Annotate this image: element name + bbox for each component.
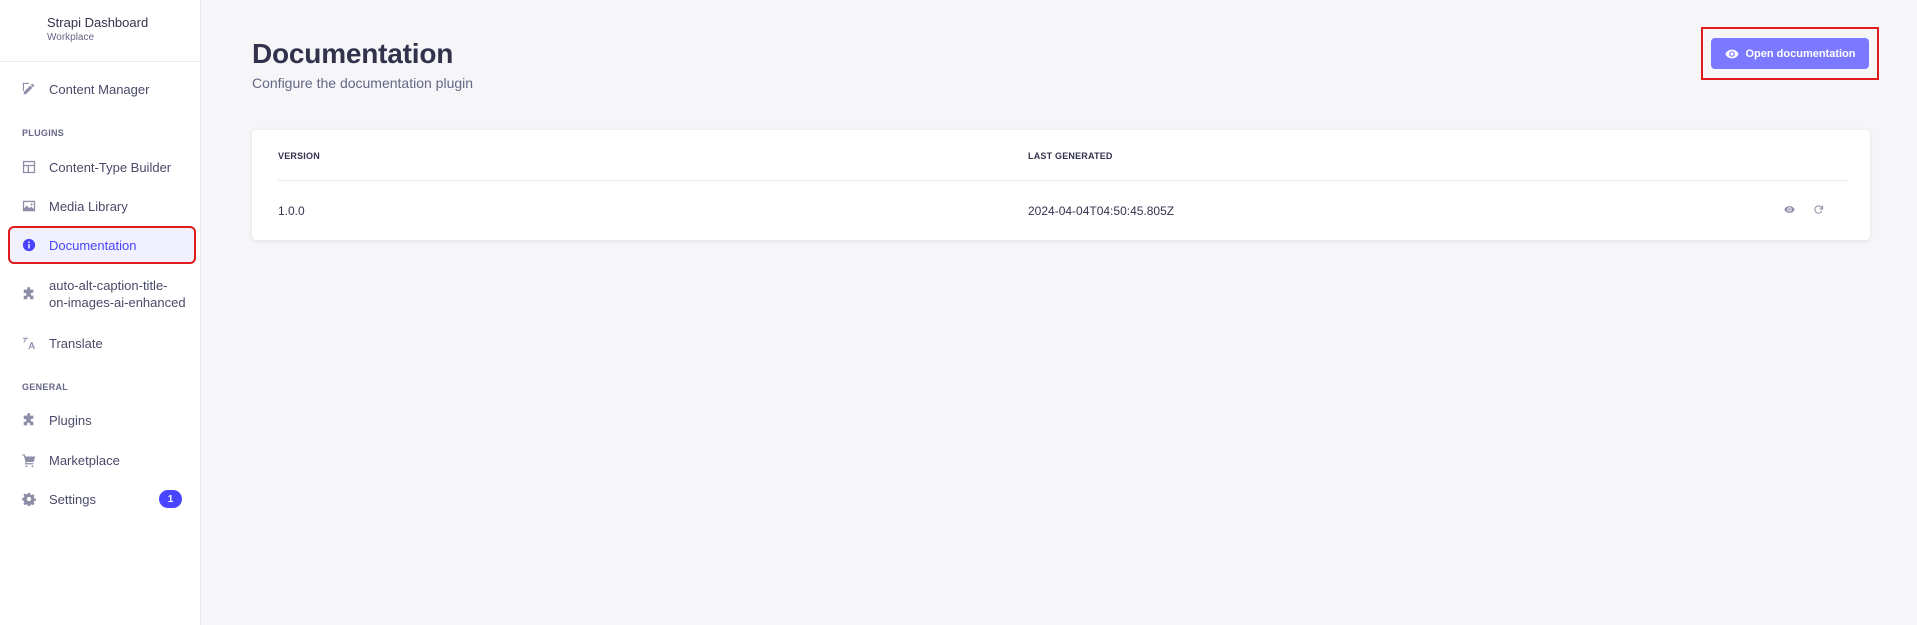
sidebar-item-label: Content Manager [49, 81, 150, 97]
label-line-2: on-images-ai-enhanced [49, 295, 186, 310]
cart-icon [22, 453, 36, 467]
page-subtitle: Configure the documentation plugin [252, 75, 474, 91]
view-documentation-action[interactable] [1782, 202, 1796, 216]
brand-header: Strapi Dashboard Workplace [0, 0, 200, 62]
documentation-table: VERSION LAST GENERATED 1.0.0 2024-04-04T… [252, 130, 1870, 240]
sidebar-item-settings[interactable]: Settings 1 [10, 482, 194, 516]
column-header-version: VERSION [278, 151, 320, 161]
sidebar-item-label: auto-alt-caption-title- on-images-ai-enh… [49, 277, 186, 311]
open-documentation-label: Open documentation [1745, 47, 1856, 60]
info-icon [22, 238, 36, 252]
pencil-icon [22, 82, 36, 96]
sidebar-item-documentation[interactable]: Documentation [8, 226, 196, 264]
sidebar-item-auto-alt-caption[interactable]: auto-alt-caption-title- on-images-ai-enh… [10, 270, 194, 318]
notification-badge: 1 [159, 490, 182, 508]
sidebar-item-label: Content-Type Builder [49, 159, 172, 175]
sidebar-item-label: Marketplace [49, 452, 120, 468]
sidebar-item-content-type-builder[interactable]: Content-Type Builder [10, 150, 194, 184]
sidebar-item-media-library[interactable]: Media Library [10, 189, 194, 223]
sidebar-item-plugins[interactable]: Plugins [10, 403, 194, 437]
puzzle-icon [22, 287, 36, 301]
column-header-last-generated: LAST GENERATED [1028, 151, 1113, 161]
gear-icon [22, 492, 36, 506]
puzzle-icon [22, 413, 36, 427]
sidebar-item-translate[interactable]: Translate [10, 326, 194, 360]
translate-icon [22, 336, 36, 350]
page-title: Documentation [252, 38, 454, 69]
sidebar-item-label: Documentation [49, 237, 137, 253]
sidebar-item-label: Media Library [49, 198, 128, 214]
open-documentation-button[interactable]: Open documentation [1711, 38, 1869, 69]
sidebar-item-label: Translate [49, 335, 103, 351]
sidebar: Strapi Dashboard Workplace Content Manag… [0, 0, 201, 625]
table-divider [278, 180, 1848, 181]
last-generated-cell: 2024-04-04T04:50:45.805Z [1028, 204, 1175, 218]
sidebar-item-marketplace[interactable]: Marketplace [10, 443, 194, 477]
open-documentation-highlight: Open documentation [1701, 27, 1879, 80]
sidebar-item-content-manager[interactable]: Content Manager [10, 72, 194, 106]
sidebar-item-label: Settings [49, 491, 96, 507]
eye-icon [1783, 205, 1795, 213]
general-section-label: GENERAL [22, 382, 69, 392]
version-cell: 1.0.0 [278, 204, 305, 218]
brand-subtitle: Workplace [47, 32, 95, 43]
eye-icon [1724, 49, 1739, 58]
layout-icon [22, 160, 36, 174]
refresh-icon [1813, 204, 1823, 214]
brand-title: Strapi Dashboard [47, 15, 149, 30]
image-icon [22, 199, 36, 213]
label-line-1: auto-alt-caption-title- [49, 278, 168, 293]
sidebar-item-label: Plugins [49, 412, 92, 428]
plugins-section-label: PLUGINS [22, 128, 65, 138]
regenerate-documentation-action[interactable] [1811, 202, 1825, 216]
